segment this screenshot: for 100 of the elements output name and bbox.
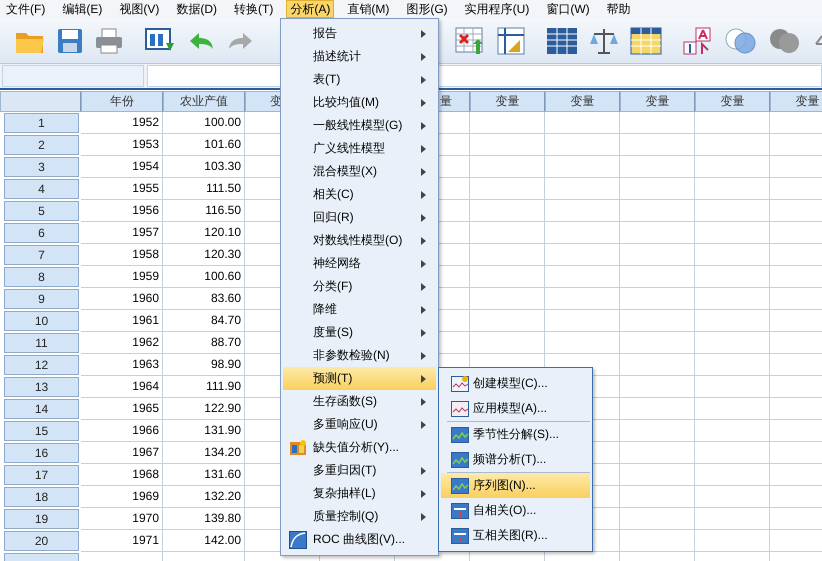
- row-header[interactable]: 2: [4, 135, 79, 155]
- menu-item[interactable]: 季节性分解(S)...: [441, 422, 590, 447]
- row-header[interactable]: 9: [4, 289, 79, 309]
- printer-icon[interactable]: [94, 26, 124, 54]
- row-header[interactable]: 6: [4, 223, 79, 243]
- circles-icon[interactable]: [724, 26, 758, 56]
- menu-item[interactable]: 多重归因(T): [283, 459, 436, 482]
- row-header[interactable]: 12: [4, 355, 79, 375]
- table-cell: 1957: [81, 222, 163, 244]
- menu-item[interactable]: 质量控制(Q): [283, 505, 436, 528]
- row-header[interactable]: 8: [4, 267, 79, 287]
- table-cell: 131.90: [163, 420, 245, 442]
- corner-cell[interactable]: [0, 91, 81, 112]
- menu-item[interactable]: 比较均值(M): [283, 91, 436, 114]
- menu-bar-item[interactable]: 直销(M): [343, 0, 394, 18]
- menu-item[interactable]: 互相关图(R)...: [441, 523, 590, 548]
- save-icon[interactable]: [56, 26, 84, 54]
- menu-item[interactable]: 生存函数(S): [283, 390, 436, 413]
- row-header[interactable]: 3: [4, 157, 79, 177]
- menu-item[interactable]: 报告: [283, 22, 436, 45]
- menu-item[interactable]: 多重响应(U): [283, 413, 436, 436]
- column-header[interactable]: 年份: [81, 91, 163, 112]
- table-cell: 1962: [81, 332, 163, 354]
- submenu-arrow-icon: [421, 30, 426, 38]
- menu-bar-item[interactable]: 图形(G): [402, 0, 452, 18]
- chart-icon: [451, 478, 469, 494]
- menu-item[interactable]: 对数线性模型(O): [283, 229, 436, 252]
- chart-icon: [451, 426, 469, 442]
- row-header[interactable]: 1: [4, 113, 79, 133]
- table-cell: 1959: [81, 266, 163, 288]
- row-header[interactable]: 10: [4, 311, 79, 331]
- row-header[interactable]: 11: [4, 333, 79, 353]
- row-header[interactable]: 7: [4, 245, 79, 265]
- cell-name-field[interactable]: [2, 65, 144, 87]
- table-cell: 1956: [81, 200, 163, 222]
- menu-item[interactable]: 缺失值分析(Y)...: [283, 436, 436, 459]
- submenu-arrow-icon: [421, 512, 426, 520]
- menu-item[interactable]: 非参数检验(N): [283, 344, 436, 367]
- menu-bar-item[interactable]: 帮助: [602, 0, 635, 18]
- row-header[interactable]: 19: [4, 509, 79, 529]
- column-header[interactable]: 变量: [770, 91, 822, 112]
- menu-item[interactable]: 回归(R): [283, 206, 436, 229]
- menu-item[interactable]: 描述统计: [283, 45, 436, 68]
- insert-cases-icon[interactable]: [454, 26, 486, 56]
- menu-item[interactable]: 分类(F): [283, 275, 436, 298]
- chart-icon: [451, 400, 469, 416]
- row-header[interactable]: 13: [4, 377, 79, 397]
- submenu-arrow-icon: [421, 306, 426, 314]
- menu-bar-item[interactable]: 窗口(W): [542, 0, 594, 18]
- table-cell: 134.20: [163, 442, 245, 464]
- column-header[interactable]: 变量: [695, 91, 770, 112]
- row-header[interactable]: 15: [4, 421, 79, 441]
- row-header[interactable]: 16: [4, 443, 79, 463]
- row-header[interactable]: 5: [4, 201, 79, 221]
- menu-item[interactable]: 应用模型(A)...: [441, 396, 590, 421]
- menu-item[interactable]: 表(T): [283, 68, 436, 91]
- menu-bar-item[interactable]: 视图(V): [115, 0, 164, 18]
- table-cell: 1964: [81, 376, 163, 398]
- row-header[interactable]: 20: [4, 531, 79, 551]
- column-header[interactable]: 农业产值: [163, 91, 245, 112]
- row-header[interactable]: 18: [4, 487, 79, 507]
- table-cell: 1968: [81, 464, 163, 486]
- menu-item[interactable]: 预测(T): [283, 367, 436, 390]
- menu-item[interactable]: 混合模型(X): [283, 160, 436, 183]
- table-cell: 1960: [81, 288, 163, 310]
- menu-item[interactable]: 降维: [283, 298, 436, 321]
- column-header[interactable]: 变量: [620, 91, 695, 112]
- submenu-arrow-icon: [421, 352, 426, 360]
- column-header[interactable]: 变量: [545, 91, 620, 112]
- menu-item[interactable]: 复杂抽样(L): [283, 482, 436, 505]
- menu-item[interactable]: 创建模型(C)...: [441, 371, 590, 396]
- table-icon[interactable]: [630, 26, 662, 56]
- menu-item[interactable]: 度量(S): [283, 321, 436, 344]
- menu-item[interactable]: ROC 曲线图(V)...: [283, 528, 436, 551]
- menu-item[interactable]: 自相关(O)...: [441, 498, 590, 523]
- row-header[interactable]: 17: [4, 465, 79, 485]
- menu-item[interactable]: 序列图(N)...: [441, 473, 590, 498]
- menu-bar-item[interactable]: 分析(A): [286, 0, 334, 18]
- table-cell: 88.70: [163, 332, 245, 354]
- menu-item[interactable]: 一般线性模型(G): [283, 114, 436, 137]
- table-cell: 1954: [81, 156, 163, 178]
- menu-bar-item[interactable]: 文件(F): [2, 0, 50, 18]
- table-cell: 1952: [81, 112, 163, 134]
- table-cell: 122.90: [163, 398, 245, 420]
- menu-item[interactable]: 频谱分析(T)...: [441, 447, 590, 472]
- row-header[interactable]: 14: [4, 399, 79, 419]
- ruler-grid-icon[interactable]: [496, 26, 526, 56]
- table-cell: 111.50: [163, 178, 245, 200]
- table-cell: 100.00: [163, 112, 245, 134]
- submenu-arrow-icon: [421, 236, 426, 244]
- menu-item[interactable]: 广义线性模型: [283, 137, 436, 160]
- menu-bar-item[interactable]: 实用程序(U): [460, 0, 534, 18]
- column-header[interactable]: 变量: [470, 91, 545, 112]
- menu-item[interactable]: 相关(C): [283, 183, 436, 206]
- table-cell: 84.70: [163, 310, 245, 332]
- menu-bar-item[interactable]: 转换(T): [230, 0, 278, 18]
- menu-item[interactable]: 神经网络: [283, 252, 436, 275]
- menu-bar-item[interactable]: 数据(D): [172, 0, 221, 18]
- row-header[interactable]: 4: [4, 179, 79, 199]
- menu-bar-item[interactable]: 编辑(E): [58, 0, 106, 18]
